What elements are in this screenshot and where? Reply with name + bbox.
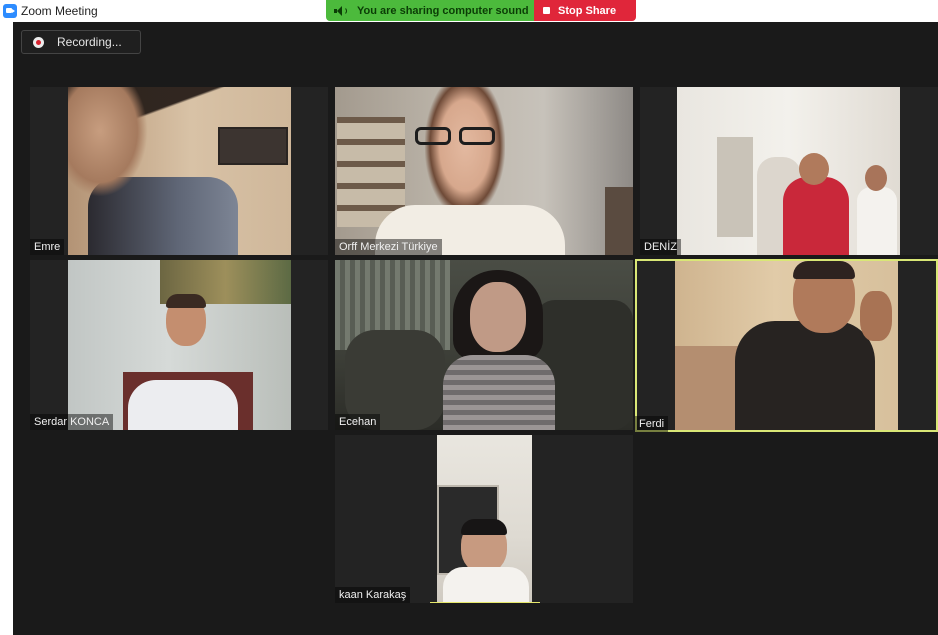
sharing-status-pill[interactable]: You are sharing computer sound [326, 0, 534, 21]
recording-label: Recording... [57, 35, 122, 49]
sharing-status-text: You are sharing computer sound [357, 4, 529, 17]
participant-tile-serdar[interactable]: Serdar KONCA [30, 260, 328, 430]
participant-video [335, 87, 633, 255]
zoom-logo-icon [3, 4, 17, 18]
stop-icon [543, 7, 550, 14]
participant-video [335, 260, 633, 430]
stop-share-button[interactable]: Stop Share [534, 0, 636, 21]
participant-name: Emre [30, 239, 65, 255]
meeting-video-area: Recording... Emre Orff Merkezi Türkiye D… [13, 22, 938, 635]
participant-video [675, 261, 898, 430]
share-status-bar: You are sharing computer sound Stop Shar… [326, 0, 636, 21]
recording-indicator[interactable]: Recording... [21, 30, 141, 54]
participant-tile-deniz[interactable]: DENİZ [640, 87, 938, 255]
participant-name: Ecehan [335, 414, 381, 430]
participant-video [68, 87, 291, 255]
participant-tile-kaan[interactable]: kaan Karakaş [335, 435, 633, 603]
window-title: Zoom Meeting [21, 4, 98, 18]
record-icon [33, 36, 44, 48]
participant-name: Serdar KONCA [30, 414, 114, 430]
participant-video [677, 87, 900, 255]
stop-share-label: Stop Share [558, 4, 617, 17]
participant-name: Ferdi [635, 416, 669, 432]
active-speaker-indicator [430, 602, 540, 603]
participant-tile-orff[interactable]: Orff Merkezi Türkiye [335, 87, 633, 255]
participant-tile-ferdi[interactable]: Ferdi [635, 259, 938, 432]
participant-name: kaan Karakaş [335, 587, 411, 603]
speaker-icon [334, 5, 348, 16]
participant-video [437, 435, 532, 603]
participant-tile-ecehan[interactable]: Ecehan [335, 260, 633, 430]
participant-name: DENİZ [640, 239, 681, 255]
participant-name: Orff Merkezi Türkiye [335, 239, 442, 255]
participant-tile-emre[interactable]: Emre [30, 87, 328, 255]
participant-video [68, 260, 291, 430]
